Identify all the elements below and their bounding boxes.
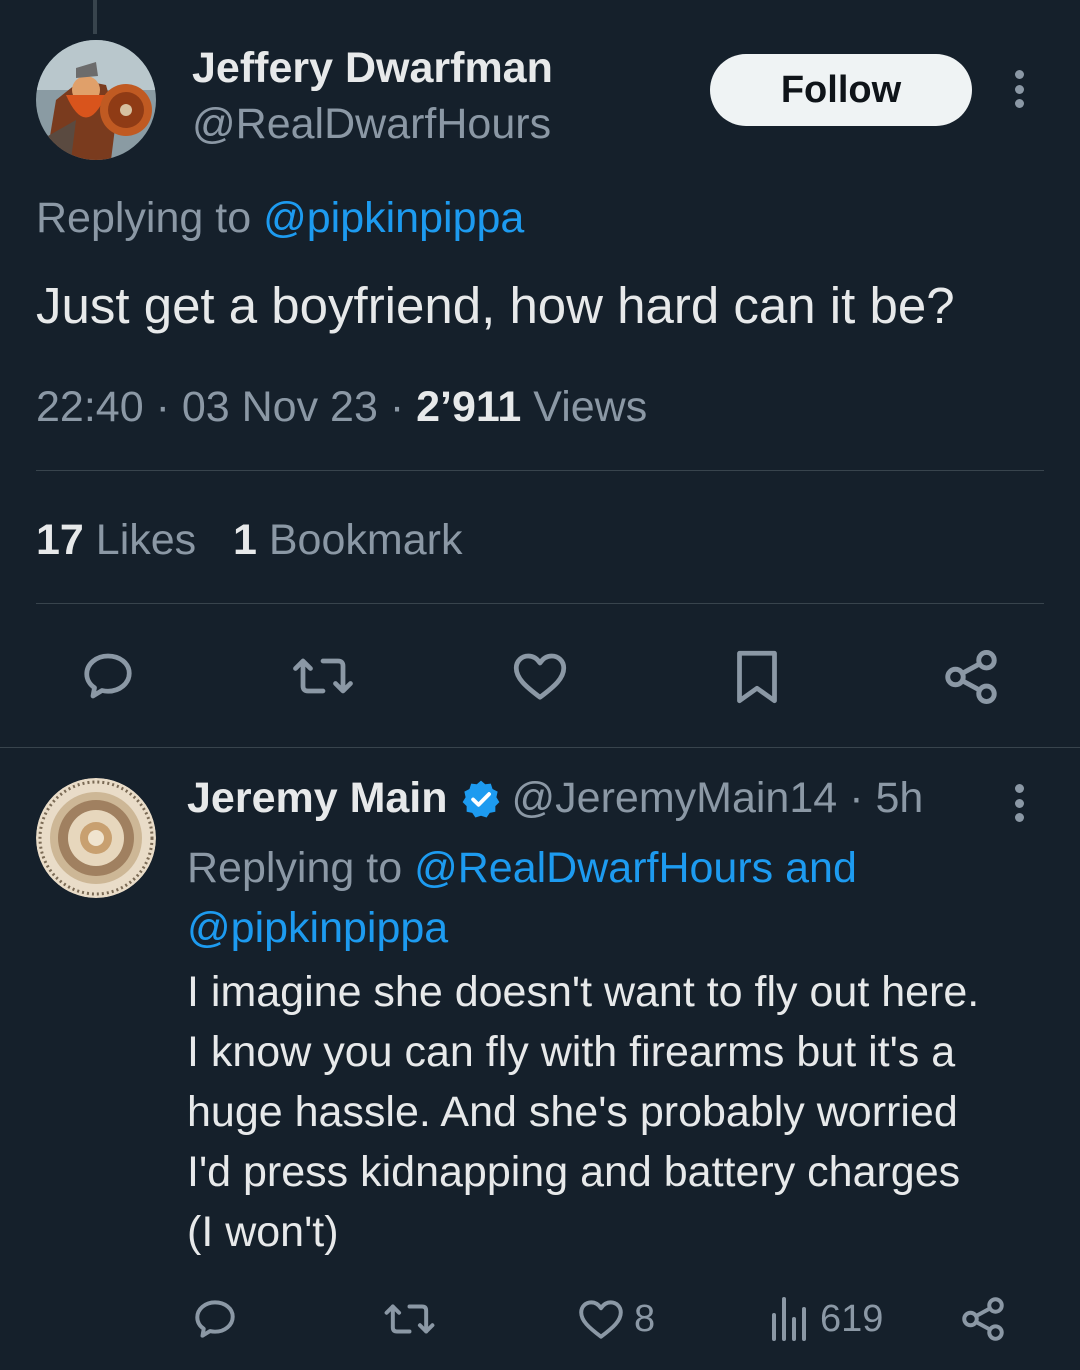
replying-to: Replying to @pipkinpippa bbox=[36, 194, 524, 243]
tweet-meta: 22:40 · 03 Nov 23 · 2’911 Views bbox=[36, 383, 648, 431]
bookmarks-label: Bookmark bbox=[268, 516, 463, 564]
like-button[interactable] bbox=[510, 646, 570, 706]
verified-badge-icon bbox=[462, 780, 499, 818]
reply-time[interactable]: 5h bbox=[876, 774, 924, 823]
heart-icon bbox=[579, 1300, 623, 1339]
reply-text-line: I know you can fly with firearms but it'… bbox=[187, 1028, 956, 1076]
dwarf-portrait-image bbox=[36, 40, 156, 160]
tweet-text: Just get a boyfriend, how hard can it be… bbox=[36, 277, 955, 334]
reply-author-handle[interactable]: @JeremyMain14 bbox=[512, 774, 838, 823]
reply-likes-count: 8 bbox=[634, 1297, 656, 1340]
heart-icon bbox=[513, 653, 567, 700]
reply-share-button[interactable] bbox=[958, 1294, 1008, 1344]
divider bbox=[36, 603, 1044, 604]
reply-text-line: huge hassle. And she's probably worried bbox=[187, 1088, 958, 1136]
replying-prefix: Replying to bbox=[36, 194, 252, 242]
retweet-button[interactable] bbox=[290, 646, 356, 706]
reply-author-avatar[interactable] bbox=[36, 778, 156, 898]
reply-views-button[interactable]: 619 bbox=[768, 1294, 883, 1344]
reply-text-line: I imagine she doesn't want to fly out he… bbox=[187, 968, 980, 1016]
analytics-icon bbox=[772, 1297, 806, 1341]
reply-icon bbox=[84, 653, 132, 699]
follow-button[interactable]: Follow bbox=[710, 54, 972, 126]
author-name[interactable]: Jeffery Dwarfman bbox=[192, 44, 553, 93]
bookmarks-stat[interactable]: 1 Bookmark bbox=[233, 516, 462, 565]
reply-reply-button[interactable] bbox=[190, 1294, 240, 1344]
reply-text-line: (I won't) bbox=[187, 1208, 339, 1256]
share-button[interactable] bbox=[940, 646, 1002, 708]
share-icon bbox=[962, 1297, 1004, 1341]
replying-to-link[interactable]: @RealDwarfHours and bbox=[414, 844, 857, 892]
retweet-icon bbox=[384, 1304, 435, 1334]
more-options-icon[interactable] bbox=[1013, 70, 1025, 108]
share-icon bbox=[945, 650, 997, 704]
replying-to-link[interactable]: @pipkinpippa bbox=[263, 194, 524, 242]
reply-button[interactable] bbox=[78, 646, 138, 706]
likes-stat[interactable]: 17 Likes bbox=[36, 516, 196, 565]
divider bbox=[36, 470, 1044, 471]
thread-line bbox=[93, 0, 97, 34]
divider bbox=[0, 747, 1080, 748]
likes-count: 17 bbox=[36, 516, 84, 564]
replying-to-link[interactable]: @pipkinpippa bbox=[187, 904, 448, 952]
reply-views-count: 619 bbox=[820, 1297, 884, 1340]
reply-text: I imagine she doesn't want to fly out he… bbox=[187, 962, 979, 1262]
reply-retweet-button[interactable] bbox=[382, 1294, 437, 1344]
views-count: 2’911 bbox=[416, 383, 522, 431]
reply-author-name[interactable]: Jeremy Main bbox=[187, 774, 448, 823]
retweet-icon bbox=[293, 658, 353, 694]
reply-replying-to: Replying to @RealDwarfHours and @pipkinp… bbox=[187, 838, 857, 958]
reply-text-line: I'd press kidnapping and battery charges bbox=[187, 1148, 961, 1196]
author-handle[interactable]: @RealDwarfHours bbox=[192, 100, 551, 149]
bookmarks-count: 1 bbox=[233, 516, 257, 564]
reply-header: Jeremy Main @JeremyMain14 · 5h bbox=[187, 774, 924, 823]
reply-icon bbox=[195, 1300, 235, 1338]
tweet-date[interactable]: 03 Nov 23 bbox=[182, 383, 378, 431]
reply-more-options-icon[interactable] bbox=[1013, 784, 1025, 822]
views-label: Views bbox=[533, 383, 648, 431]
bookmark-icon bbox=[737, 650, 777, 704]
bookmark-button[interactable] bbox=[727, 646, 787, 708]
tweet-time[interactable]: 22:40 bbox=[36, 383, 144, 431]
author-avatar[interactable] bbox=[36, 40, 156, 160]
ornate-plate-image bbox=[36, 778, 156, 898]
replying-prefix: Replying to bbox=[187, 844, 403, 892]
reply-like-button[interactable]: 8 bbox=[576, 1294, 655, 1344]
likes-label: Likes bbox=[95, 516, 197, 564]
